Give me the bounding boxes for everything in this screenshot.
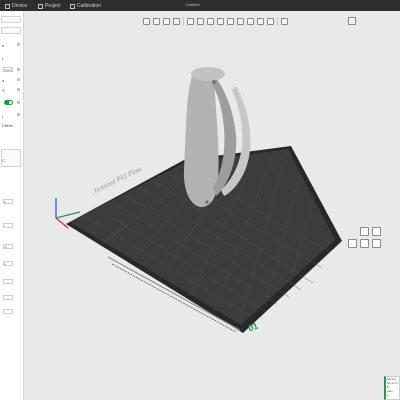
filament-field[interactable]: Mysta	[3, 67, 13, 72]
orient-icon[interactable]	[163, 17, 170, 25]
device-icon	[5, 3, 10, 9]
plate-controls	[348, 227, 381, 248]
param-field[interactable]: W	[3, 244, 13, 249]
plate-orient-icon[interactable]	[348, 239, 357, 248]
color-paint-icon[interactable]	[257, 17, 264, 25]
move-icon[interactable]	[187, 17, 194, 25]
edit-icon[interactable]	[17, 68, 20, 71]
plate-arrange-icon[interactable]	[372, 227, 381, 236]
printer-selector[interactable]	[1, 16, 21, 23]
add-object-icon[interactable]	[143, 17, 150, 25]
cut-icon[interactable]	[227, 17, 234, 25]
measure-icon[interactable]	[267, 17, 274, 25]
tab-label: Calibration	[77, 3, 101, 9]
main-toolbar	[143, 15, 288, 27]
sidebar-label: s	[2, 42, 4, 48]
param-field[interactable]	[3, 295, 13, 300]
tab-project[interactable]: Project	[38, 2, 61, 10]
edit-icon[interactable]	[17, 78, 20, 81]
sidebar-label: a	[2, 77, 5, 83]
process-toggle[interactable]	[4, 100, 13, 105]
toolbar-divider	[277, 16, 278, 26]
notification-toast[interactable]: Slicing No error P... ealo e...	[384, 376, 400, 400]
plate-settings-icon[interactable]	[360, 239, 369, 248]
project-icon	[38, 3, 43, 9]
settings-icon[interactable]	[17, 113, 20, 116]
param-field[interactable]	[3, 309, 13, 314]
plate-delete-icon[interactable]	[372, 239, 381, 248]
arrange-icon[interactable]	[173, 17, 180, 25]
lay-on-face-icon[interactable]	[217, 17, 224, 25]
scale-icon[interactable]	[207, 17, 214, 25]
axis-y-icon	[55, 217, 69, 229]
info-icon[interactable]	[17, 101, 20, 104]
tab-label: Device	[12, 3, 28, 9]
param-field[interactable]: I	[3, 223, 13, 228]
viewport-3d[interactable]	[0, 0, 400, 400]
sidebar-button[interactable]: Offlnes	[2, 123, 13, 129]
rotate-icon[interactable]	[197, 17, 204, 25]
plate-lock-icon[interactable]	[360, 227, 369, 236]
sidebar-label: l	[2, 55, 3, 61]
add-plate-icon[interactable]	[153, 17, 160, 25]
edit-icon[interactable]	[17, 88, 20, 91]
sidebar-label: S	[2, 87, 5, 93]
seam-paint-icon[interactable]	[247, 17, 254, 25]
axis-x-icon	[55, 211, 81, 219]
sidebar-label: I	[2, 113, 4, 119]
text-icon[interactable]	[281, 17, 288, 25]
tab-label: Project	[45, 3, 61, 9]
support-paint-icon[interactable]	[237, 17, 244, 25]
layout-icon[interactable]	[348, 17, 356, 25]
param-field[interactable]	[3, 279, 13, 284]
param-field[interactable]: E	[3, 261, 13, 266]
calibration-icon	[70, 3, 75, 9]
tab-device[interactable]: Device	[5, 2, 27, 10]
left-sidebar: s l Mysta a S I Offlnes C S I W E	[0, 11, 24, 400]
app-title: Untitled	[186, 2, 200, 7]
title-bar: Device Project Calibration Untitled	[0, 0, 400, 11]
tab-calibration[interactable]: Calibration	[70, 2, 101, 10]
param-field[interactable]: S	[3, 199, 13, 204]
plate-selector[interactable]	[1, 27, 21, 34]
toolbar-divider	[183, 16, 184, 26]
notification-line: e...	[387, 393, 392, 397]
settings-icon[interactable]	[17, 43, 20, 46]
sidebar-label: C	[2, 157, 5, 163]
